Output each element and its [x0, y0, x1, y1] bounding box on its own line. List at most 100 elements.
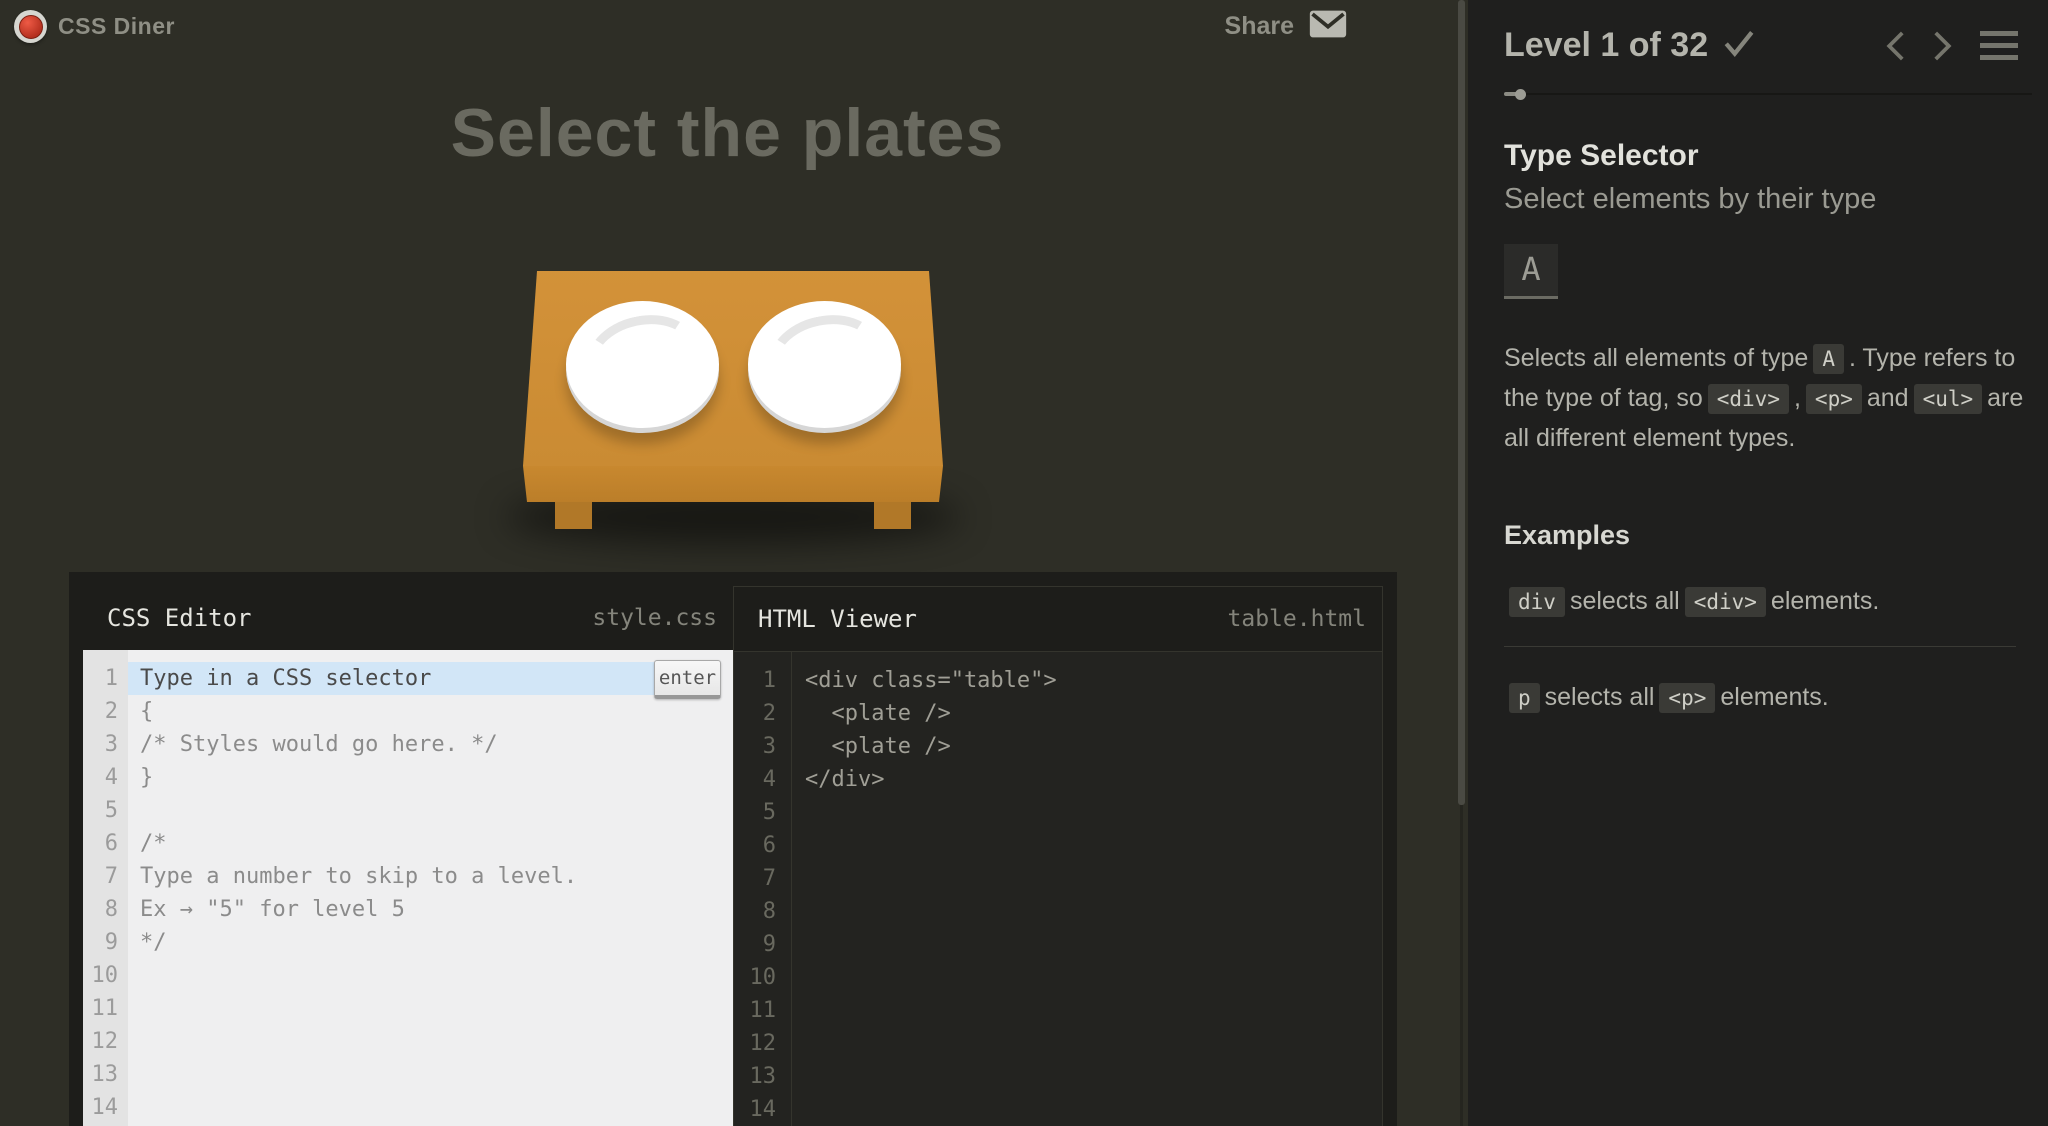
line-number: 2 — [734, 701, 791, 726]
code-line: 14 — [83, 1091, 733, 1124]
html-viewer-code: 1<div class="table">2 <plate />3 <plate … — [734, 652, 1382, 1126]
code-line: 6/* — [83, 827, 733, 860]
editor-panel: CSS Editor style.css 1Type in a CSS sele… — [69, 572, 1397, 1126]
line-number: 2 — [83, 699, 128, 724]
level-instruction: Select the plates — [0, 94, 1455, 172]
enter-button[interactable]: enter — [654, 660, 721, 699]
tomato-icon — [19, 15, 43, 39]
code-chip: <div> — [1708, 384, 1789, 414]
progress-track — [1504, 93, 2032, 95]
line-number: 10 — [83, 963, 128, 988]
code-line: 4</div> — [734, 763, 1382, 796]
line-number: 13 — [734, 1064, 791, 1089]
code-line: 7Type a number to skip to a level. — [83, 860, 733, 893]
line-number: 8 — [83, 897, 128, 922]
mail-icon — [1309, 9, 1347, 44]
line-number: 5 — [734, 800, 791, 825]
line-number: 7 — [734, 866, 791, 891]
line-text: Type a number to skip to a level. — [128, 864, 577, 889]
example-row: pselects all<p>elements. — [1504, 679, 2018, 716]
table-leg-left — [555, 502, 592, 529]
line-number: 3 — [83, 732, 128, 757]
line-number: 10 — [734, 965, 791, 990]
html-viewer-title: HTML Viewer — [758, 605, 917, 633]
code-line: 4} — [83, 761, 733, 794]
code-line: 10 — [83, 959, 733, 992]
line-text: <div class="table"> — [791, 668, 1057, 693]
line-number: 4 — [734, 767, 791, 792]
line-number: 7 — [83, 864, 128, 889]
line-text: <plate /> — [791, 701, 951, 726]
code-line: 12 — [83, 1025, 733, 1058]
code-line: 13 — [734, 1060, 1382, 1093]
code-line: 7 — [734, 862, 1382, 895]
menu-bar — [1980, 31, 2018, 36]
line-number: 8 — [734, 899, 791, 924]
line-number: 5 — [83, 798, 128, 823]
progress-thumb — [1515, 89, 1526, 100]
code-line: 12 — [734, 1027, 1382, 1060]
code-line: 3 <plate /> — [734, 730, 1382, 763]
scrollbar-thumb[interactable] — [1458, 0, 1465, 805]
table-scene — [510, 264, 956, 564]
code-line: 1Type in a CSS selector — [83, 662, 733, 695]
code-line: 14 — [734, 1093, 1382, 1126]
html-viewer-panel: HTML Viewer table.html 1<div class="tabl… — [733, 586, 1383, 1126]
css-editor-input-area[interactable]: 1Type in a CSS selector2{3/* Styles woul… — [83, 650, 733, 1126]
line-number: 11 — [83, 996, 128, 1021]
level-header: Level 1 of 32 — [1504, 26, 2018, 65]
line-text: Ex → "5" for level 5 — [128, 897, 405, 922]
code-line: 9*/ — [83, 926, 733, 959]
line-text: <plate /> — [791, 734, 951, 759]
code-line: 8Ex → "5" for level 5 — [83, 893, 733, 926]
line-text: } — [128, 765, 153, 790]
code-line: 6 — [734, 829, 1382, 862]
code-chip: p — [1509, 683, 1540, 713]
line-number: 6 — [83, 831, 128, 856]
code-chip: div — [1509, 587, 1565, 617]
table-front-edge — [519, 466, 947, 502]
line-number: 3 — [734, 734, 791, 759]
menu-bar — [1980, 43, 2018, 48]
code-line: 9 — [734, 928, 1382, 961]
line-number: 4 — [83, 765, 128, 790]
line-text: </div> — [791, 767, 884, 792]
menu-button[interactable] — [1980, 31, 2018, 60]
level-indicator: Level 1 of 32 — [1504, 26, 1708, 65]
next-level-button[interactable] — [1932, 30, 1954, 62]
lesson-subtitle: Select elements by their type — [1504, 183, 2018, 216]
line-number: 14 — [83, 1095, 128, 1120]
line-number: 6 — [734, 833, 791, 858]
line-number: 1 — [83, 666, 128, 691]
plate[interactable] — [566, 301, 719, 428]
code-line: 1<div class="table"> — [734, 664, 1382, 697]
code-line: 5 — [83, 794, 733, 827]
css-editor-title: CSS Editor — [107, 604, 252, 632]
line-text: */ — [128, 930, 167, 955]
line-number: 9 — [734, 932, 791, 957]
html-viewer-header: HTML Viewer table.html — [734, 587, 1382, 652]
selector-syntax[interactable]: A — [1504, 244, 1558, 299]
code-line: 11 — [734, 994, 1382, 1027]
html-viewer-filename: table.html — [1228, 606, 1366, 632]
line-text: /* — [128, 831, 167, 856]
share-button[interactable]: Share — [1225, 9, 1347, 44]
sidebar: Level 1 of 32 — [1468, 0, 2048, 1126]
code-line: 2 <plate /> — [734, 697, 1382, 730]
lesson-title: Type Selector — [1504, 139, 2018, 173]
plate[interactable] — [748, 301, 901, 428]
scrollbar — [1455, 0, 1468, 1126]
code-line: 2{ — [83, 695, 733, 728]
line-number: 1 — [734, 668, 791, 693]
code-line: 5 — [734, 796, 1382, 829]
css-diner-app: CSS Diner Share Select the plates — [0, 0, 2048, 1126]
example-row: divselects all<div>elements. — [1504, 583, 2018, 620]
checkmark-icon — [1722, 28, 1756, 63]
code-line: 3/* Styles would go here. */ — [83, 728, 733, 761]
lesson-description: Selects all elements of typeA. Type refe… — [1504, 339, 2034, 458]
line-number: 9 — [83, 930, 128, 955]
css-editor-filename: style.css — [592, 605, 717, 631]
previous-level-button[interactable] — [1884, 30, 1906, 62]
code-line: 8 — [734, 895, 1382, 928]
line-number: 12 — [734, 1031, 791, 1056]
